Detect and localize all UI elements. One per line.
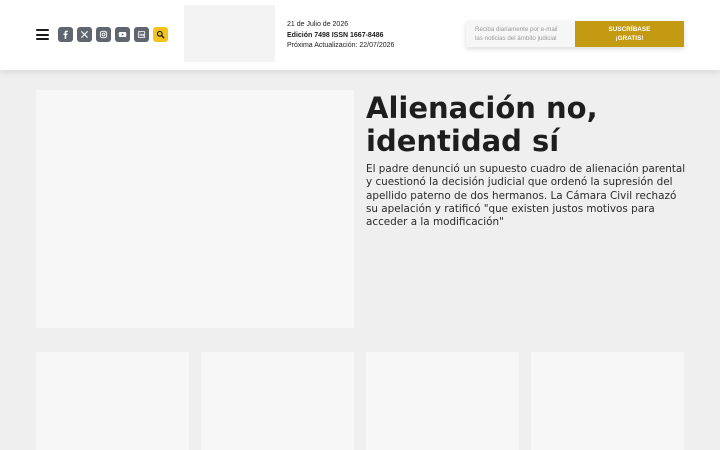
article-card[interactable] xyxy=(201,352,354,450)
edition-number: Edición 7498 ISSN 1667-8486 xyxy=(287,31,384,39)
edition-info: 21 de Julio de 2026 Edición 7498 ISSN 16… xyxy=(287,20,394,52)
hero-article-image[interactable] xyxy=(36,90,354,328)
search-icon[interactable] xyxy=(153,27,168,42)
hero-title-line2: identidad sí xyxy=(366,124,560,158)
newsletter-email-input[interactable]: Reciba diariamente por e-mail las notici… xyxy=(466,21,575,47)
newsletter-placeholder-line1: Reciba diariamente por e-mail xyxy=(475,26,558,33)
linkedin-icon[interactable] xyxy=(134,27,149,42)
hero-article-title[interactable]: Alienación no, identidad sí xyxy=(366,92,686,158)
article-card[interactable] xyxy=(531,352,684,450)
subscribe-button-label: SUSCRÍBASE xyxy=(608,26,651,33)
article-card[interactable] xyxy=(36,352,189,450)
edition-date: 21 de Julio de 2026 xyxy=(287,21,349,28)
facebook-icon[interactable] xyxy=(58,27,73,42)
newsletter-placeholder-line2: las noticias del ámbito judicial xyxy=(475,35,557,42)
newsletter-subscribe: Reciba diariamente por e-mail las notici… xyxy=(466,21,684,47)
subscribe-button-sublabel: ¡GRATIS! xyxy=(615,35,644,42)
subscribe-button[interactable]: SUSCRÍBASE ¡GRATIS! xyxy=(575,21,684,47)
x-icon[interactable] xyxy=(77,27,92,42)
hero-title-line1: Alienación no, xyxy=(366,91,598,125)
next-update: Próxima Actualización: 22/07/2026 xyxy=(287,42,395,49)
hamburger-menu-icon[interactable] xyxy=(36,29,49,40)
article-card[interactable] xyxy=(366,352,519,450)
instagram-icon[interactable] xyxy=(96,27,111,42)
hero-article-summary: El padre denunció un supuesto cuadro de … xyxy=(366,163,686,229)
youtube-icon[interactable] xyxy=(115,27,130,42)
site-header: 21 de Julio de 2026 Edición 7498 ISSN 16… xyxy=(0,0,720,70)
site-logo[interactable] xyxy=(184,5,275,62)
